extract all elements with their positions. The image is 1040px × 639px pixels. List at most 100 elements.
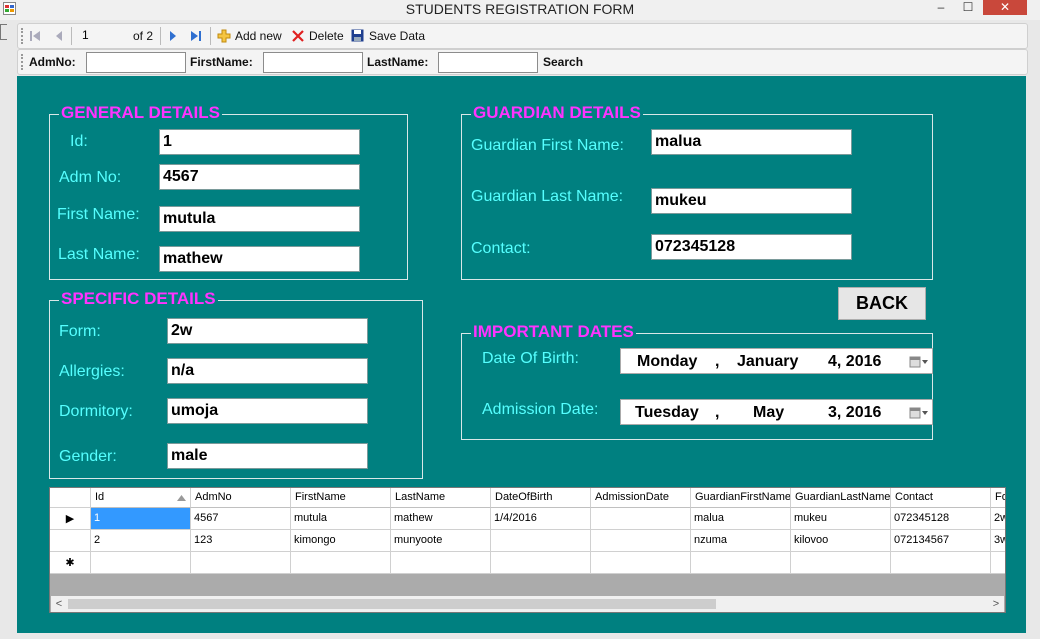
- search-toolbar: AdmNo: FirstName: LastName: Search: [17, 49, 1028, 75]
- scroll-thumb[interactable]: [68, 599, 716, 609]
- admission-date-picker[interactable]: Tuesday , May 3, 2016: [620, 399, 933, 425]
- grid-cell-new[interactable]: [891, 552, 991, 574]
- move-last-icon[interactable]: [190, 30, 202, 42]
- firstname-search-input[interactable]: [263, 52, 363, 73]
- toolbar-separator: [210, 27, 211, 45]
- grid-cell[interactable]: 2: [91, 530, 191, 552]
- grid-cell[interactable]: 072134567: [891, 530, 991, 552]
- grid-cell[interactable]: kilovoo: [791, 530, 891, 552]
- guardian-last-name-label: Guardian Last Name:: [471, 188, 624, 205]
- grid-cell[interactable]: [591, 530, 691, 552]
- gender-label: Gender:: [59, 448, 117, 465]
- id-label: Id:: [70, 133, 88, 150]
- column-header-admissiondate[interactable]: AdmissionDate: [591, 488, 691, 508]
- grid-cell[interactable]: 123: [191, 530, 291, 552]
- grid-cell[interactable]: kimongo: [291, 530, 391, 552]
- maximize-button[interactable]: ☐: [958, 0, 978, 15]
- grid-cell[interactable]: mukeu: [791, 508, 891, 530]
- form-field[interactable]: 2w: [167, 318, 368, 344]
- first-name-field[interactable]: mutula: [159, 206, 360, 232]
- allergies-field[interactable]: n/a: [167, 358, 368, 384]
- column-header-lastname[interactable]: LastName: [391, 488, 491, 508]
- save-icon: [351, 29, 364, 42]
- grid-cell-new[interactable]: [91, 552, 191, 574]
- move-previous-icon[interactable]: [54, 30, 64, 42]
- grid-cell-new[interactable]: [491, 552, 591, 574]
- binding-navigator: 1 of 2 Add new Delete Save Data: [17, 23, 1028, 49]
- grid-cell-new[interactable]: [991, 552, 1005, 574]
- admission-date: 3, 2016: [828, 404, 882, 421]
- adm-no-field[interactable]: 4567: [159, 164, 360, 190]
- admission-month: May: [753, 404, 785, 421]
- record-count: of 2: [133, 29, 154, 43]
- column-header-dateofbirth[interactable]: DateOfBirth: [491, 488, 591, 508]
- grid-cell[interactable]: mathew: [391, 508, 491, 530]
- grid-cell[interactable]: munyoote: [391, 530, 491, 552]
- grid-cell[interactable]: 2w: [991, 508, 1005, 530]
- grid-cell[interactable]: [591, 508, 691, 530]
- contact-label: Contact:: [471, 240, 531, 257]
- close-button[interactable]: ✕: [983, 0, 1027, 15]
- column-header-contact[interactable]: Contact: [891, 488, 991, 508]
- calendar-dropdown-icon[interactable]: [909, 407, 929, 419]
- search-button[interactable]: Search: [543, 55, 583, 69]
- grid-cell-new[interactable]: [291, 552, 391, 574]
- grid-cell-new[interactable]: [691, 552, 791, 574]
- grid-cell-new[interactable]: [791, 552, 891, 574]
- guardian-last-name-field[interactable]: mukeu: [651, 188, 852, 214]
- guardian-first-name-field[interactable]: malua: [651, 129, 852, 155]
- specific-details-legend: SPECIFIC DETAILS: [59, 289, 218, 308]
- grid-cell[interactable]: nzuma: [691, 530, 791, 552]
- grid-cell-new[interactable]: [591, 552, 691, 574]
- contact-field[interactable]: 072345128: [651, 234, 852, 260]
- dormitory-field[interactable]: umoja: [167, 398, 368, 424]
- admission-day: Tuesday: [635, 404, 699, 421]
- last-name-field[interactable]: mathew: [159, 246, 360, 272]
- admno-search-input[interactable]: [86, 52, 186, 73]
- id-field[interactable]: 1: [159, 129, 360, 155]
- date-of-birth-picker[interactable]: Monday , January 4, 2016: [620, 348, 933, 374]
- grid-cell[interactable]: 4567: [191, 508, 291, 530]
- grid-cell[interactable]: 072345128: [891, 508, 991, 530]
- toolbar-grip[interactable]: [21, 54, 25, 70]
- row-header-current[interactable]: ▶: [50, 508, 91, 530]
- grid-cell[interactable]: 3w: [991, 530, 1005, 552]
- minimize-button[interactable]: –: [931, 0, 951, 15]
- window-edge-fragment: [0, 24, 7, 40]
- column-header-firstname[interactable]: FirstName: [291, 488, 391, 508]
- move-first-icon[interactable]: [29, 30, 41, 42]
- move-next-icon[interactable]: [168, 30, 178, 42]
- row-header-new[interactable]: ✱: [50, 552, 91, 574]
- column-header-id[interactable]: Id: [91, 488, 191, 508]
- students-data-grid[interactable]: Id AdmNo FirstName LastName DateOfBirth …: [49, 487, 1006, 613]
- grid-cell-new[interactable]: [191, 552, 291, 574]
- firstname-search-label: FirstName:: [190, 55, 253, 69]
- grid-cell[interactable]: [491, 530, 591, 552]
- lastname-search-input[interactable]: [438, 52, 538, 73]
- admno-search-label: AdmNo:: [29, 55, 76, 69]
- window-title: STUDENTS REGISTRATION FORM: [405, 1, 635, 17]
- calendar-dropdown-icon[interactable]: [909, 356, 929, 368]
- scroll-right-button[interactable]: >: [988, 596, 1004, 612]
- guardian-first-name-label: Guardian First Name:: [471, 137, 624, 154]
- scroll-left-button[interactable]: <: [51, 596, 67, 612]
- first-name-label: First Name:: [57, 206, 140, 223]
- column-header-guardianlastname[interactable]: GuardianLastName: [791, 488, 891, 508]
- toolbar-grip[interactable]: [21, 28, 25, 44]
- gender-field[interactable]: male: [167, 443, 368, 469]
- grid-cell-new[interactable]: [391, 552, 491, 574]
- column-header-form[interactable]: Fo: [991, 488, 1005, 508]
- form-label: Form:: [59, 323, 101, 340]
- general-details-legend: GENERAL DETAILS: [59, 103, 222, 122]
- grid-cell[interactable]: malua: [691, 508, 791, 530]
- grid-cell[interactable]: 1/4/2016: [491, 508, 591, 530]
- grid-corner-header[interactable]: [50, 488, 91, 508]
- position-input[interactable]: 1: [79, 26, 129, 45]
- grid-cell[interactable]: mutula: [291, 508, 391, 530]
- back-button[interactable]: BACK: [838, 287, 926, 320]
- horizontal-scrollbar[interactable]: < >: [51, 596, 1004, 612]
- grid-cell-selected[interactable]: 1: [91, 508, 191, 530]
- row-header[interactable]: [50, 530, 91, 552]
- column-header-guardianfirstname[interactable]: GuardianFirstName: [691, 488, 791, 508]
- column-header-admno[interactable]: AdmNo: [191, 488, 291, 508]
